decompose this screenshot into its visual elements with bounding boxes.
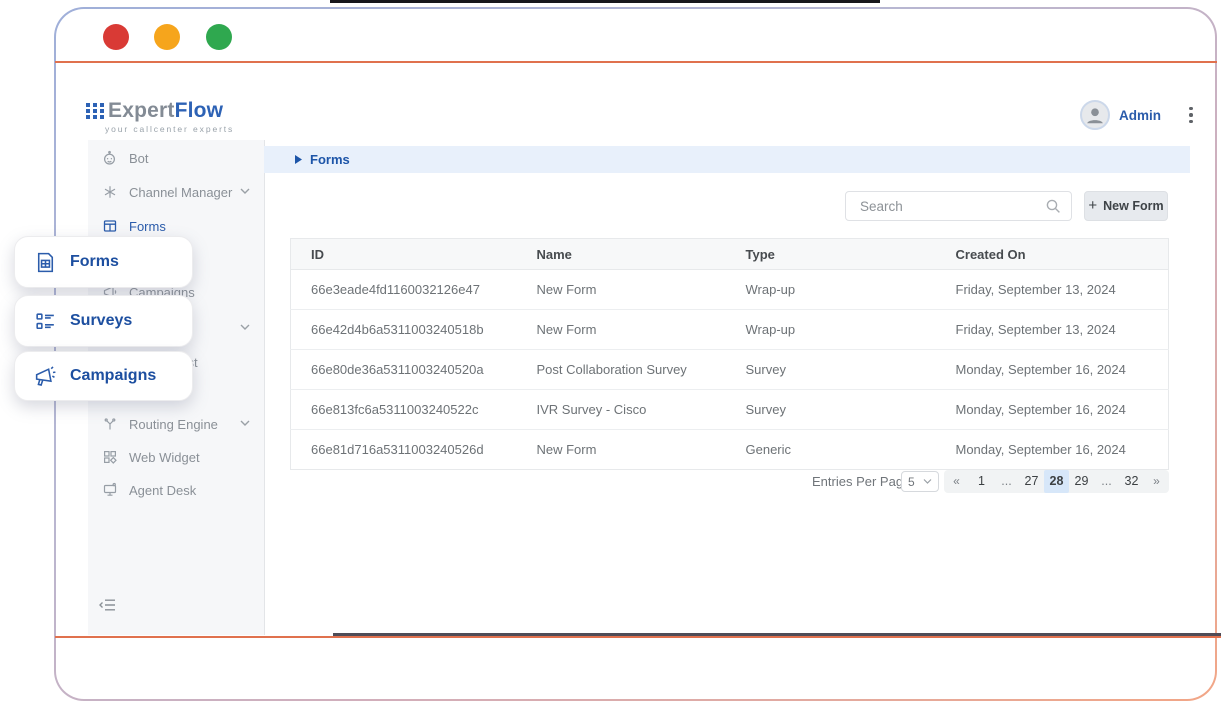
chevron-down-icon xyxy=(240,420,250,426)
entries-per-page-value: 5 xyxy=(908,475,915,489)
column-header-type: Type xyxy=(726,239,936,270)
megaphone-icon xyxy=(32,363,58,389)
callout-campaigns[interactable]: Campaigns xyxy=(14,351,193,401)
agent-desk-icon xyxy=(101,482,118,499)
web-widget-icon xyxy=(101,449,118,466)
callout-label: Surveys xyxy=(70,312,132,330)
forms-table: ID Name Type Created On 66e3eade4fd11600… xyxy=(290,238,1169,470)
sidebar-item-routing-engine[interactable]: Routing Engine xyxy=(88,407,264,441)
plus-icon: + xyxy=(1088,197,1097,214)
cell-id: 66e813fc6a5311003240522c xyxy=(291,390,517,430)
callout-label: Forms xyxy=(70,253,119,271)
channel-manager-icon xyxy=(101,184,118,201)
logo-grid-icon xyxy=(86,102,104,120)
user-name[interactable]: Admin xyxy=(1119,108,1161,123)
routing-engine-icon xyxy=(101,416,118,433)
form-document-icon xyxy=(32,249,58,275)
cell-id: 66e80de36a5311003240520a xyxy=(291,350,517,390)
cell-name: New Form xyxy=(517,310,726,350)
table-row[interactable]: 66e80de36a5311003240520a Post Collaborat… xyxy=(291,350,1169,390)
breadcrumb-label[interactable]: Forms xyxy=(310,152,350,167)
cell-type: Survey xyxy=(726,390,936,430)
kebab-menu-icon[interactable] xyxy=(1189,107,1193,124)
chevron-down-icon xyxy=(240,324,250,330)
pagination: « 1 ... 27 28 29 ... 32 » xyxy=(944,470,1169,493)
sidebar-item-label: Agent Desk xyxy=(129,483,196,498)
expertflow-logo: ExpertFlow xyxy=(86,100,223,122)
cell-type: Wrap-up xyxy=(726,310,936,350)
cell-created-on: Friday, September 13, 2024 xyxy=(936,310,1169,350)
table-row[interactable]: 66e3eade4fd1160032126e47 New Form Wrap-u… xyxy=(291,270,1169,310)
table-row[interactable]: 66e813fc6a5311003240522c IVR Survey - Ci… xyxy=(291,390,1169,430)
column-header-created-on: Created On xyxy=(936,239,1169,270)
cell-created-on: Monday, September 16, 2024 xyxy=(936,350,1169,390)
column-header-id: ID xyxy=(291,239,517,270)
search-icon[interactable] xyxy=(1045,198,1061,214)
page-ellipsis: ... xyxy=(1094,470,1119,493)
cell-id: 66e42d4b6a5311003240518b xyxy=(291,310,517,350)
sidebar-item-label: Web Widget xyxy=(129,450,200,465)
page-button-28-active[interactable]: 28 xyxy=(1044,470,1069,493)
cell-id: 66e3eade4fd1160032126e47 xyxy=(291,270,517,310)
callout-surveys[interactable]: Surveys xyxy=(14,295,193,347)
page-button-27[interactable]: 27 xyxy=(1019,470,1044,493)
page-prev-button[interactable]: « xyxy=(944,470,969,493)
breadcrumb-arrow-icon xyxy=(295,155,302,164)
cell-name: New Form xyxy=(517,270,726,310)
sidebar-item-label: Routing Engine xyxy=(129,417,218,432)
traffic-light-close[interactable] xyxy=(103,24,129,50)
cell-type: Wrap-up xyxy=(726,270,936,310)
cell-id: 66e81d716a5311003240526d xyxy=(291,430,517,470)
callout-forms[interactable]: Forms xyxy=(14,236,193,288)
entries-per-page-label: Entries Per Page xyxy=(812,470,910,493)
traffic-light-minimize[interactable] xyxy=(154,24,180,50)
cell-type: Generic xyxy=(726,430,936,470)
table-row[interactable]: 66e81d716a5311003240526d New Form Generi… xyxy=(291,430,1169,470)
avatar[interactable] xyxy=(1080,100,1110,130)
divider-line-top xyxy=(55,61,1217,63)
sidebar-item-bot[interactable]: Bot xyxy=(88,141,264,175)
entries-per-page-select[interactable]: 5 xyxy=(901,471,939,492)
chevron-down-icon xyxy=(923,479,932,484)
logo-tagline: your callcenter experts xyxy=(105,124,234,134)
search-box xyxy=(845,191,1072,221)
divider-line-bottom-orange xyxy=(55,636,1221,638)
cell-name: Post Collaboration Survey xyxy=(517,350,726,390)
page-next-button[interactable]: » xyxy=(1144,470,1169,493)
cell-created-on: Monday, September 16, 2024 xyxy=(936,430,1169,470)
cell-created-on: Monday, September 16, 2024 xyxy=(936,390,1169,430)
sidebar-item-label: Forms xyxy=(129,219,166,234)
page-button-1[interactable]: 1 xyxy=(969,470,994,493)
sidebar-item-web-widget[interactable]: Web Widget xyxy=(88,440,264,474)
search-input[interactable] xyxy=(858,198,1045,215)
cell-created-on: Friday, September 13, 2024 xyxy=(936,270,1169,310)
traffic-light-zoom[interactable] xyxy=(206,24,232,50)
cell-name: New Form xyxy=(517,430,726,470)
page-button-29[interactable]: 29 xyxy=(1069,470,1094,493)
cell-name: IVR Survey - Cisco xyxy=(517,390,726,430)
logo-wordmark: ExpertFlow xyxy=(108,100,223,122)
breadcrumb: Forms xyxy=(264,146,1190,173)
user-menu[interactable]: Admin xyxy=(1080,100,1193,130)
table-row[interactable]: 66e42d4b6a5311003240518b New Form Wrap-u… xyxy=(291,310,1169,350)
survey-list-icon xyxy=(32,308,58,334)
page-button-32[interactable]: 32 xyxy=(1119,470,1144,493)
new-form-button[interactable]: + New Form xyxy=(1084,191,1168,221)
callout-label: Campaigns xyxy=(70,367,156,385)
cell-type: Survey xyxy=(726,350,936,390)
sidebar-item-channel-manager[interactable]: Channel Manager xyxy=(88,175,264,209)
bot-icon xyxy=(101,150,118,167)
sidebar-collapse-icon[interactable] xyxy=(98,597,117,613)
sidebar-item-label: Channel Manager xyxy=(129,185,232,200)
top-black-bar xyxy=(330,0,880,3)
column-header-name: Name xyxy=(517,239,726,270)
page-ellipsis: ... xyxy=(994,470,1019,493)
new-form-label: New Form xyxy=(1103,199,1163,213)
sidebar-item-agent-desk[interactable]: Agent Desk xyxy=(88,473,264,507)
forms-icon xyxy=(101,218,118,235)
sidebar-item-label: Bot xyxy=(129,151,149,166)
chevron-down-icon xyxy=(240,188,250,194)
table-header-row: ID Name Type Created On xyxy=(291,239,1169,270)
